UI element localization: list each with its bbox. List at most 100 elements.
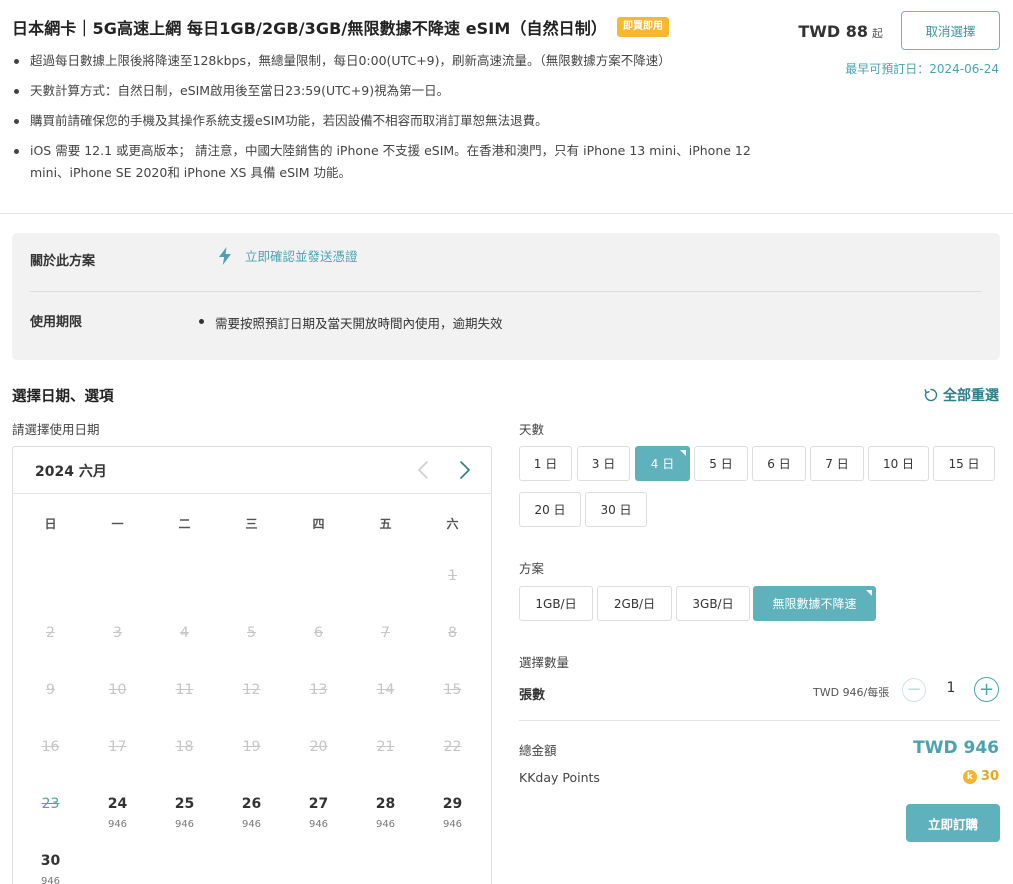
calendar-week: 30 946: [17, 836, 487, 884]
day-option-10[interactable]: 10 日: [868, 446, 929, 481]
reset-all-label: 全部重選: [943, 388, 999, 404]
instant-confirm: 立即確認並發送憑證: [217, 246, 358, 265]
calendar-day-5: 5: [218, 608, 285, 665]
calendar-day-number: 12: [242, 682, 261, 698]
calendar-day-29[interactable]: 29 946: [419, 779, 486, 836]
calendar-day-number: 25: [174, 796, 195, 812]
product-note: 購買前請確保您的手機及其操作系統支援eSIM功能，若因設備不相容而取消訂單恕無法…: [12, 110, 782, 132]
calendar-week: 16 17 18 19 20 21 22: [17, 722, 487, 779]
cancel-selection-button[interactable]: 取消選擇: [901, 11, 1000, 50]
calendar-day-21: 21: [352, 722, 419, 779]
calendar-day-28[interactable]: 28 946: [352, 779, 419, 836]
calendar-day-26[interactable]: 26 946: [218, 779, 285, 836]
divider: [0, 213, 1013, 214]
unit-price: TWD 946/每張: [813, 686, 890, 699]
calendar-day-24[interactable]: 24 946: [84, 779, 151, 836]
calendar-day-number: 9: [46, 682, 55, 698]
earliest-booking-date: 最早可預訂日：2024-06-24: [845, 62, 999, 76]
price-from-value: TWD 88: [798, 22, 868, 41]
reset-all-button[interactable]: 全部重選: [924, 385, 999, 405]
quantity-decrease-button[interactable]: −: [902, 678, 926, 702]
calendar-day-price: 946: [241, 819, 262, 830]
instant-confirm-text: 立即確認並發送憑證: [245, 249, 358, 264]
days-label: 天數: [519, 422, 545, 437]
calendar-month-label: 2024 六月: [35, 464, 107, 480]
date-prompt: 請選擇使用日期: [12, 422, 100, 437]
calendar-day-number: 15: [443, 682, 462, 698]
chevron-left-icon[interactable]: [413, 459, 435, 481]
calendar-empty-cell: [84, 551, 151, 608]
calendar-week: 2 3 4 5 6 7 8: [17, 608, 487, 665]
calendar-week: 9 10 11 12 13 14 15: [17, 665, 487, 722]
calendar-day-number: 23: [41, 796, 60, 812]
calendar-grid: 日 一 二 三 四 五 六 1 2 3 4 5 6 7 8 9 10 11 12 13 14 15 16 17 1…: [17, 495, 487, 884]
calendar-day-price: 946: [442, 819, 463, 830]
price-from-suffix: 起: [872, 27, 883, 40]
calendar-week: 23 24 946 25 946 26 946 27 946 28 946 29 946: [17, 779, 487, 836]
calendar-day-number: 14: [376, 682, 395, 698]
calendar-day-16: 16: [17, 722, 84, 779]
divider: [519, 720, 1000, 721]
book-now-button[interactable]: 立即訂購: [906, 804, 1000, 842]
calendar-empty-cell: [218, 551, 285, 608]
calendar-day-1: 1: [419, 551, 486, 608]
section-title: 選擇日期、選項: [12, 389, 114, 405]
calendar-day-number: 3: [113, 625, 122, 641]
day-option-4[interactable]: 4 日: [635, 446, 690, 481]
calendar-day-number: 21: [376, 739, 395, 755]
day-option-6[interactable]: 6 日: [752, 446, 806, 481]
calendar-day-25[interactable]: 25 946: [151, 779, 218, 836]
day-option-1[interactable]: 1 日: [519, 446, 572, 481]
day-option-20[interactable]: 20 日: [519, 492, 581, 527]
calendar-day-27[interactable]: 27 946: [285, 779, 352, 836]
lightning-icon: [219, 246, 231, 265]
calendar-day-number: 13: [309, 682, 328, 698]
calendar-day-2: 2: [17, 608, 84, 665]
weekday-label: 五: [379, 516, 392, 531]
calendar-day-12: 12: [218, 665, 285, 722]
instant-use-badge: 即買即用: [616, 17, 669, 37]
total-amount: TWD 946: [913, 738, 999, 758]
calendar-day-number: 4: [180, 625, 189, 641]
calendar-day-number: 24: [107, 796, 128, 812]
calendar-day-30[interactable]: 30 946: [17, 836, 84, 884]
weekday-label: 四: [312, 516, 325, 531]
quantity-section-label: 選擇數量: [519, 655, 570, 670]
calendar-day-9: 9: [17, 665, 84, 722]
validity-period-label: 使用期限: [30, 315, 83, 330]
weekday-label: 日: [44, 516, 57, 531]
price-from: TWD 88 起: [798, 22, 883, 41]
day-option-5[interactable]: 5 日: [694, 446, 748, 481]
chevron-right-icon[interactable]: [453, 459, 475, 481]
calendar-day-number: 18: [175, 739, 194, 755]
calendar-day-number: 19: [242, 739, 261, 755]
plan-option-3gb[interactable]: 3GB/日: [676, 586, 750, 621]
plan-option-1gb[interactable]: 1GB/日: [519, 586, 593, 621]
day-option-30[interactable]: 30 日: [585, 492, 647, 527]
plan-option-unlimited[interactable]: 無限數據不降速: [753, 586, 876, 621]
calendar-day-number: 20: [309, 739, 328, 755]
total-label: 總金額: [519, 743, 557, 758]
about-row: 關於此方案: [30, 250, 95, 269]
product-note: iOS 需要 12.1 或更高版本； 請注意，中國大陸銷售的 iPhone 不支…: [12, 140, 782, 184]
plan-option-2gb[interactable]: 2GB/日: [597, 586, 672, 621]
about-plan-label: 關於此方案: [30, 254, 96, 269]
calendar-day-price: 946: [308, 819, 329, 830]
points-value: 30: [980, 769, 999, 784]
weekday-label: 三: [245, 516, 258, 531]
calendar-day-number: 22: [443, 739, 462, 755]
quantity-increase-button[interactable]: +: [974, 677, 999, 702]
calendar-day-6: 6: [285, 608, 352, 665]
calendar-day-13: 13: [285, 665, 352, 722]
reset-icon: [924, 388, 938, 402]
calendar-day-price: 946: [107, 819, 128, 830]
calendar-empty-cell: [352, 551, 419, 608]
day-option-3[interactable]: 3 日: [577, 446, 630, 481]
calendar-day-10: 10: [84, 665, 151, 722]
calendar-day-17: 17: [84, 722, 151, 779]
product-title: 日本網卡｜5G高速上網 每日1GB/2GB/3GB/無限數據不降速 eSIM（自…: [12, 19, 607, 38]
quantity-value[interactable]: 1: [938, 680, 964, 696]
day-option-7[interactable]: 7 日: [810, 446, 864, 481]
day-option-15[interactable]: 15 日: [933, 446, 995, 481]
calendar-day-11: 11: [151, 665, 218, 722]
